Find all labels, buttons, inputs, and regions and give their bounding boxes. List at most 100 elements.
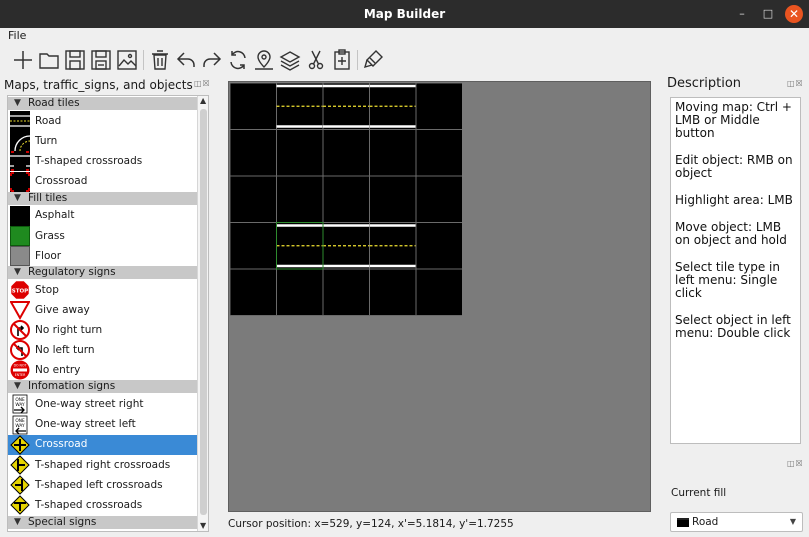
road-tile[interactable] (322, 83, 370, 130)
asphalt-tile[interactable] (415, 83, 462, 130)
stop-sign-icon: STOP (10, 280, 30, 300)
asphalt-tile[interactable] (369, 175, 417, 223)
asphalt-tile[interactable] (322, 129, 370, 177)
paste-icon[interactable] (330, 47, 354, 73)
asphalt-tile[interactable] (230, 268, 277, 316)
left-dock-buttons[interactable]: ◫☒ (194, 79, 211, 88)
map-grid[interactable] (230, 83, 462, 316)
map-canvas[interactable] (228, 81, 651, 512)
road-tile[interactable] (369, 83, 417, 130)
scroll-up-icon[interactable]: ▲ (200, 96, 206, 105)
menu-file[interactable]: File (8, 29, 26, 42)
svg-text:ENTER: ENTER (15, 373, 26, 377)
description-dock-buttons[interactable]: ◫☒ (787, 79, 804, 88)
collapse-triangle-icon: ▼ (14, 381, 21, 392)
group-header[interactable]: ▼ Road tiles (8, 97, 198, 110)
one-way-left-icon: ONE WAY (10, 415, 30, 435)
list-item[interactable]: DO NOT ENTER No entry (8, 360, 198, 380)
asphalt-tile[interactable] (276, 175, 324, 223)
road-tile[interactable] (322, 222, 370, 270)
cut-icon[interactable] (304, 47, 328, 73)
grass-tile-icon (10, 226, 30, 247)
collapse-triangle-icon: ▼ (14, 192, 21, 203)
tiles-list: ▼ Road tiles Road Turn T-shaped crossroads Cr… (7, 95, 209, 532)
list-item-label: T-shaped right crossroads (35, 458, 171, 471)
list-item[interactable]: Give away (8, 300, 198, 321)
list-item-label: Road (35, 114, 62, 127)
delete-icon[interactable] (148, 47, 172, 73)
list-item[interactable]: Grass (8, 226, 198, 247)
group-header[interactable]: ▼ Infomation signs (8, 380, 198, 394)
chevron-down-icon: ▼ (789, 517, 796, 526)
floor-tile-icon (10, 246, 30, 267)
save-as-icon[interactable] (89, 47, 113, 73)
collapse-triangle-icon: ▼ (14, 98, 21, 108)
group-header[interactable]: ▼ Fill tiles (8, 191, 198, 205)
save-icon[interactable] (63, 47, 87, 73)
close-button[interactable]: ✕ (785, 5, 803, 23)
list-item[interactable]: Crossroad (8, 434, 198, 455)
current-fill-select[interactable]: Road ▼ (670, 512, 803, 532)
road-tile[interactable] (276, 83, 324, 130)
fill-brush-icon[interactable] (362, 47, 386, 73)
list-item[interactable]: Floor (8, 246, 198, 267)
cursor-position-status: Cursor position: x=529, y=124, x'=5.1814… (228, 518, 514, 530)
toolbar (0, 44, 809, 76)
asphalt-tile[interactable] (415, 129, 462, 177)
location-pin-icon[interactable] (252, 47, 276, 73)
new-icon[interactable] (11, 47, 35, 73)
rotate-icon[interactable] (226, 47, 250, 73)
asphalt-tile[interactable] (322, 268, 370, 316)
asphalt-tile[interactable] (369, 129, 417, 177)
list-item[interactable]: ONE WAY One-way street right (8, 394, 198, 414)
list-item[interactable]: No left turn (8, 340, 198, 361)
map-builder-window: Map Builder – □ ✕ File Maps, traffic_sig… (0, 0, 809, 537)
list-scrollbar[interactable]: ▲ ▼ (197, 96, 208, 531)
list-item[interactable]: T-shaped crossroads (8, 495, 198, 516)
asphalt-tile[interactable] (415, 222, 462, 270)
list-item-label: Crossroad (35, 175, 88, 188)
left-dock-title: Maps, traffic_signs, and objects (4, 78, 193, 92)
fill-dock-buttons[interactable]: ◫☒ (787, 459, 804, 468)
list-item[interactable]: No right turn (8, 320, 198, 341)
asphalt-tile[interactable] (230, 129, 277, 177)
asphalt-tile[interactable] (230, 222, 277, 270)
road-tile[interactable] (276, 222, 324, 270)
open-folder-icon[interactable] (37, 47, 61, 73)
asphalt-tile[interactable] (276, 129, 324, 177)
list-item[interactable]: T-shaped right crossroads (8, 455, 198, 475)
minimize-button[interactable]: – (733, 5, 751, 23)
asphalt-tile[interactable] (369, 268, 417, 316)
list-item[interactable]: T-shaped left crossroads (8, 475, 198, 495)
asphalt-tile[interactable] (415, 268, 462, 316)
list-item-label: Asphalt (35, 209, 75, 222)
group-label: Infomation signs (28, 380, 116, 393)
list-item[interactable]: Turn (8, 131, 198, 152)
list-item-label: T-shaped crossroads (35, 498, 143, 511)
road-tile[interactable] (369, 222, 417, 270)
no-left-turn-icon (10, 340, 30, 361)
group-header[interactable]: ▼ Special signs (8, 515, 198, 529)
redo-icon[interactable] (200, 47, 224, 73)
list-item[interactable]: T-shaped crossroads (8, 151, 198, 172)
group-header[interactable]: ▼ Regulatory signs (8, 266, 198, 280)
scrollbar-thumb[interactable] (200, 109, 207, 515)
asphalt-tile[interactable] (415, 175, 462, 223)
list-item[interactable]: Asphalt (8, 205, 198, 226)
layers-icon[interactable] (278, 47, 302, 73)
t-left-sign-icon (10, 475, 30, 495)
list-item[interactable]: Road (8, 111, 198, 132)
asphalt-tile[interactable] (230, 83, 277, 130)
list-item[interactable]: STOP Stop (8, 280, 198, 300)
undo-icon[interactable] (174, 47, 198, 73)
list-item[interactable]: Crossroad (8, 171, 198, 192)
asphalt-tile[interactable] (322, 175, 370, 223)
asphalt-tile[interactable] (276, 268, 324, 316)
current-fill-label: Current fill (671, 487, 727, 499)
list-item-label: One-way street right (35, 397, 144, 410)
list-item[interactable]: ONE WAY One-way street left (8, 415, 198, 435)
maximize-button[interactable]: □ (759, 5, 777, 23)
asphalt-tile[interactable] (230, 175, 277, 223)
scroll-down-icon[interactable]: ▼ (200, 521, 206, 530)
export-image-icon[interactable] (115, 47, 139, 73)
